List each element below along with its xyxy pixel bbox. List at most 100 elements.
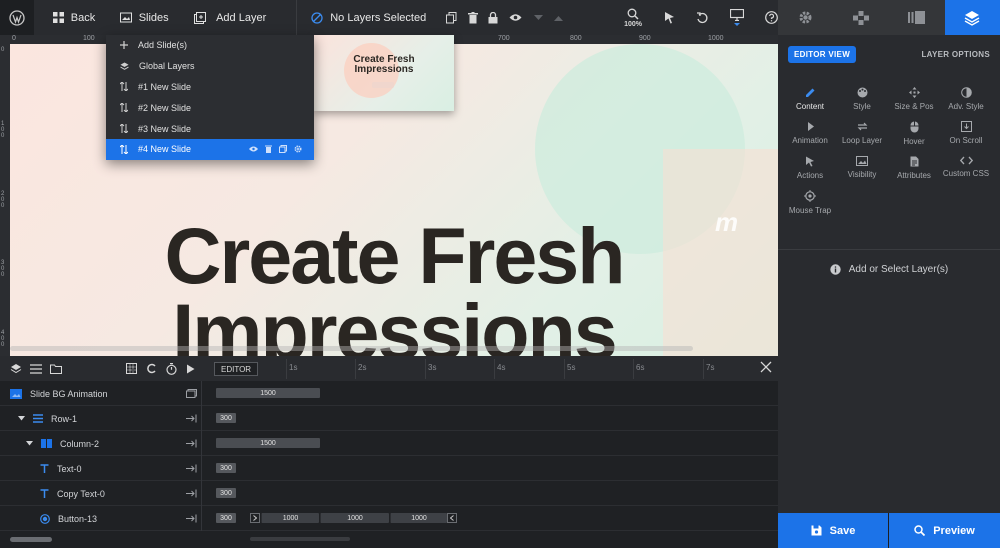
chevron-left-icon[interactable]	[447, 513, 457, 523]
gallery-icon[interactable]	[186, 389, 197, 398]
timeline-row-copy-text-0[interactable]: Copy Text-0 300	[0, 481, 778, 506]
slide-item-actions	[249, 139, 302, 160]
tab-navigation[interactable]	[834, 0, 890, 35]
tab-settings[interactable]	[778, 0, 834, 35]
layers-icon[interactable]	[10, 363, 22, 375]
tab-layers[interactable]	[944, 0, 1000, 35]
option-attributes[interactable]: Attributes	[888, 156, 940, 180]
chevron-right-icon[interactable]	[250, 513, 260, 523]
trash-icon[interactable]	[467, 11, 478, 24]
select-cursor-icon[interactable]	[664, 11, 675, 24]
option-visibility[interactable]: Visibility	[836, 156, 888, 180]
column-divider	[201, 406, 202, 431]
move-up-icon[interactable]	[554, 15, 564, 21]
menu-item-label: #4 New Slide	[138, 144, 192, 155]
option-mouse-trap[interactable]: Mouse Trap	[784, 190, 836, 215]
timeline-bar[interactable]: 300	[216, 463, 236, 473]
global-layers-item[interactable]: Global Layers	[106, 56, 314, 77]
back-button[interactable]: Back	[52, 12, 95, 24]
eye-icon[interactable]	[249, 146, 258, 152]
end-marker-icon[interactable]	[186, 464, 197, 473]
eye-icon[interactable]	[509, 13, 522, 22]
option-label: Custom CSS	[942, 169, 990, 178]
zoom-icon	[627, 8, 639, 20]
timeline-row-row-1[interactable]: Row-1 300	[0, 406, 778, 431]
zoom-control[interactable]: 100%	[624, 8, 642, 28]
loop-icon[interactable]	[146, 363, 157, 374]
headline-line-1[interactable]: Create Fresh	[10, 216, 778, 296]
timeline-layers-scrollbar[interactable]	[10, 537, 52, 542]
caret-down-icon[interactable]	[18, 416, 25, 421]
timeline-bar[interactable]: 1000	[320, 513, 389, 523]
second-marker	[633, 359, 634, 379]
end-marker-icon[interactable]	[186, 514, 197, 523]
timeline-bar[interactable]: 300	[216, 488, 236, 498]
save-button[interactable]: Save	[778, 513, 888, 548]
gear-icon	[798, 10, 813, 25]
timeline-bar[interactable]: 300	[216, 413, 236, 423]
option-content[interactable]: Content	[784, 87, 836, 111]
play-icon[interactable]	[186, 364, 195, 374]
timeline-bar[interactable]: 1000	[390, 513, 447, 523]
option-hover[interactable]: Hover	[888, 121, 940, 146]
editor-view-button[interactable]: EDITOR VIEW	[788, 45, 857, 63]
timeline-row-text-0[interactable]: Text-0 300	[0, 456, 778, 481]
help-icon[interactable]	[765, 11, 778, 24]
option-animation[interactable]: Animation	[784, 121, 836, 146]
search-icon	[914, 525, 926, 536]
layers-icon	[120, 62, 129, 71]
option-style[interactable]: Style	[836, 87, 888, 111]
timeline-editor-tab[interactable]: EDITOR	[214, 362, 259, 376]
slide-item-1[interactable]: #1 New Slide	[106, 77, 314, 98]
timeline-bar[interactable]: 1500	[216, 438, 320, 448]
duplicate-icon[interactable]	[279, 145, 287, 154]
close-icon[interactable]	[760, 361, 772, 373]
slide-item-2[interactable]: #2 New Slide	[106, 97, 314, 118]
option-label: Style	[853, 102, 871, 111]
duplicate-icon[interactable]	[445, 11, 457, 24]
timeline-bar[interactable]: 300	[216, 513, 236, 523]
timeline-bar[interactable]: 1000	[261, 513, 319, 523]
end-marker-icon[interactable]	[186, 489, 197, 498]
add-layer-button[interactable]: Add Layer	[194, 11, 266, 24]
option-on-scroll[interactable]: On Scroll	[940, 121, 992, 146]
option-custom-css[interactable]: Custom CSS	[940, 156, 992, 180]
layer-options-button[interactable]: LAYER OPTIONS	[921, 50, 990, 59]
lock-icon[interactable]	[488, 11, 498, 24]
preview-button[interactable]: Preview	[889, 513, 1000, 548]
second-label: 4s	[497, 363, 506, 372]
slide-item-4[interactable]: #4 New Slide	[106, 138, 314, 160]
wordpress-logo-icon[interactable]	[0, 0, 35, 35]
option-size-pos[interactable]: Size & Pos	[888, 87, 940, 111]
desktop-device-icon[interactable]	[730, 9, 745, 26]
end-marker-icon[interactable]	[186, 414, 197, 423]
slides-button[interactable]: Slides	[119, 12, 169, 24]
canvas-scrollbar[interactable]	[10, 346, 693, 351]
list-icon[interactable]	[30, 363, 42, 374]
stopwatch-icon[interactable]	[166, 362, 177, 375]
gear-icon[interactable]	[294, 145, 302, 153]
column-divider	[201, 481, 202, 506]
timeline-row-column-2[interactable]: Column-2 1500	[0, 431, 778, 456]
option-actions[interactable]: Actions	[784, 156, 836, 180]
caret-down-icon[interactable]	[26, 441, 33, 446]
toolbar-divider	[295, 0, 297, 35]
undo-icon[interactable]	[696, 11, 708, 24]
option-adv-style[interactable]: Adv. Style	[940, 87, 992, 111]
timeline-bar[interactable]: 1500	[216, 388, 320, 398]
option-loop-layer[interactable]: Loop Layer	[836, 121, 888, 146]
scroll-icon	[960, 121, 972, 132]
sort-icon	[120, 103, 128, 113]
tab-carousel[interactable]	[889, 0, 945, 35]
trash-icon[interactable]	[265, 145, 272, 154]
timeline-row-slide-bg[interactable]: Slide BG Animation 1500	[0, 381, 778, 406]
grid-snap-icon[interactable]	[126, 363, 137, 374]
folder-icon[interactable]	[50, 364, 62, 374]
add-slide-item[interactable]: Add Slide(s)	[106, 35, 314, 56]
slide-item-3[interactable]: #3 New Slide	[106, 118, 314, 139]
end-marker-icon[interactable]	[186, 439, 197, 448]
move-down-icon[interactable]	[533, 14, 543, 21]
timeline-scrollbar[interactable]	[250, 537, 350, 541]
option-label: Attributes	[897, 171, 931, 180]
timeline-row-button-13[interactable]: Button-13 300 1000 1000 1000	[0, 506, 778, 531]
